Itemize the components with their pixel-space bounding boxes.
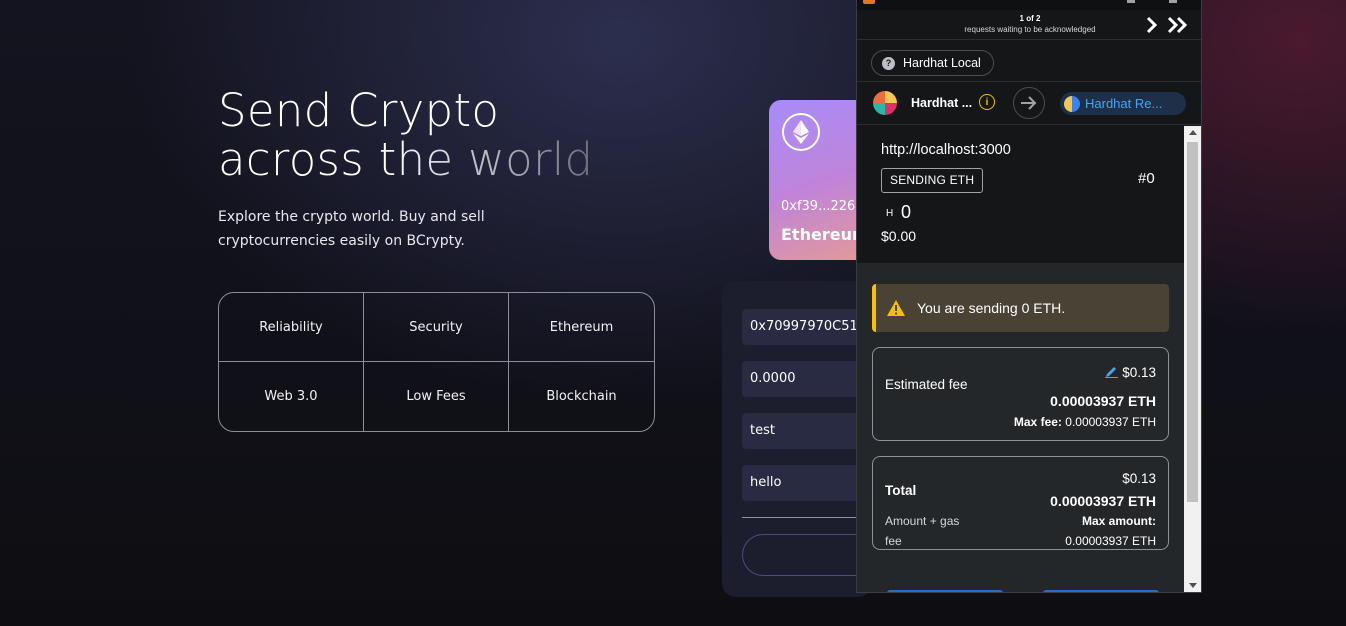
scroll-up-icon[interactable] xyxy=(1189,130,1197,135)
card-address: 0xf39...2266 xyxy=(781,199,864,214)
transaction-type-tag: SENDING ETH xyxy=(881,168,984,193)
question-icon: ? xyxy=(882,56,895,70)
feature-blockchain: Blockchain xyxy=(546,389,617,404)
popup-titlebar xyxy=(857,0,1201,10)
feature-low-fees: Low Fees xyxy=(364,362,509,431)
max-fee-value: 0.00003937 ETH xyxy=(1065,415,1156,429)
confirm-button[interactable] xyxy=(1043,590,1159,592)
message-input[interactable]: hello xyxy=(742,465,872,501)
feature-grid: Reliability Security Ethereum Web 3.0 Lo… xyxy=(218,292,655,432)
to-account-name: Hardhat Re... xyxy=(1085,96,1163,111)
keyword-input[interactable]: test xyxy=(742,413,872,449)
double-chevron-right-icon[interactable] xyxy=(1165,15,1191,35)
request-queue-bar: 1 of 2 requests waiting to be acknowledg… xyxy=(857,10,1201,40)
estimated-fee-eth: 0.00003937 ETH xyxy=(1050,393,1156,409)
total-eth: 0.00003937 ETH xyxy=(1050,493,1156,509)
amount-input[interactable]: 0.0000 xyxy=(742,361,872,397)
estimated-fee-label: Estimated fee xyxy=(885,377,968,392)
info-icon[interactable]: i xyxy=(979,94,995,110)
network-row: ? Hardhat Local xyxy=(857,40,1201,82)
warning-text: You are sending 0 ETH. xyxy=(917,300,1066,316)
token-symbol: H xyxy=(886,208,894,219)
feature-ethereum: Ethereum xyxy=(509,293,654,362)
confirmation-content: http://localhost:3000 SENDING ETH #0 H 0… xyxy=(857,126,1184,592)
total-fiat: $0.13 xyxy=(1122,471,1156,486)
metamask-popup: 1 of 2 requests waiting to be acknowledg… xyxy=(856,0,1202,593)
hero-description: Explore the crypto world. Buy and sell c… xyxy=(218,209,485,249)
close-icon[interactable] xyxy=(1169,0,1177,3)
max-amount-value: 0.00003937 ETH xyxy=(1065,534,1156,548)
account-row: Hardhat ... i Hardhat Re... xyxy=(857,82,1201,125)
scroll-down-icon[interactable] xyxy=(1189,583,1197,588)
amount-gas-label-line-2: fee xyxy=(885,534,902,548)
total-box: Total $0.13 0.00003937 ETH Amount + gas … xyxy=(872,456,1169,550)
origin-url: http://localhost:3000 xyxy=(881,142,1011,158)
transfer-form: 0x70997970C518 0.0000 test hello xyxy=(722,281,882,597)
hero-title-line-1: Send Crypto xyxy=(218,84,500,137)
arrow-right-icon xyxy=(1013,87,1045,119)
max-amount-label: Max amount: xyxy=(1081,514,1156,528)
zero-amount-warning: You are sending 0 ETH. xyxy=(872,284,1169,332)
max-fee-row: Max fee: 0.00003937 ETH xyxy=(1014,415,1156,429)
transaction-summary: http://localhost:3000 SENDING ETH #0 H 0… xyxy=(857,126,1184,263)
feature-security: Security xyxy=(364,293,509,362)
edit-icon[interactable] xyxy=(1105,365,1119,378)
ethereum-icon xyxy=(782,113,820,151)
total-label: Total xyxy=(885,483,917,498)
hero-title-line-2: across the world xyxy=(218,133,594,186)
network-pill[interactable]: ? Hardhat Local xyxy=(871,50,994,76)
warning-icon xyxy=(887,300,905,316)
metamask-fox-icon xyxy=(863,0,875,4)
estimated-fee-fiat-row: $0.13 xyxy=(1105,365,1156,380)
to-account-avatar xyxy=(1064,95,1080,112)
estimated-fee-fiat: $0.13 xyxy=(1122,365,1156,380)
send-amount-fiat: $0.00 xyxy=(881,228,917,244)
network-name: Hardhat Local xyxy=(903,56,981,70)
estimated-fee-box: Estimated fee $0.13 0.00003937 ETH Max f… xyxy=(872,347,1169,441)
from-account-name[interactable]: Hardhat ... xyxy=(911,96,972,110)
scroll-thumb[interactable] xyxy=(1187,142,1198,502)
chevron-right-icon[interactable] xyxy=(1141,15,1161,35)
feature-web3: Web 3.0 xyxy=(219,362,364,431)
amount-gas-label-line-1: Amount + gas xyxy=(885,514,960,528)
hero-title: Send Crypto across the world xyxy=(218,86,593,184)
max-fee-label: Max fee: xyxy=(1013,415,1062,429)
nonce-label[interactable]: #0 xyxy=(1138,170,1155,187)
reject-button[interactable] xyxy=(887,590,1003,592)
transaction-details: You are sending 0 ETH. Estimated fee $0.… xyxy=(857,263,1184,592)
minimize-icon[interactable] xyxy=(1127,0,1135,3)
form-divider xyxy=(742,517,872,518)
popup-scrollbar[interactable] xyxy=(1184,126,1201,592)
from-account-avatar xyxy=(873,91,897,115)
to-account-pill[interactable]: Hardhat Re... xyxy=(1060,92,1186,115)
feature-reliability: Reliability xyxy=(219,293,364,362)
send-amount: 0 xyxy=(901,202,912,222)
address-to-input[interactable]: 0x70997970C518 xyxy=(742,309,872,345)
